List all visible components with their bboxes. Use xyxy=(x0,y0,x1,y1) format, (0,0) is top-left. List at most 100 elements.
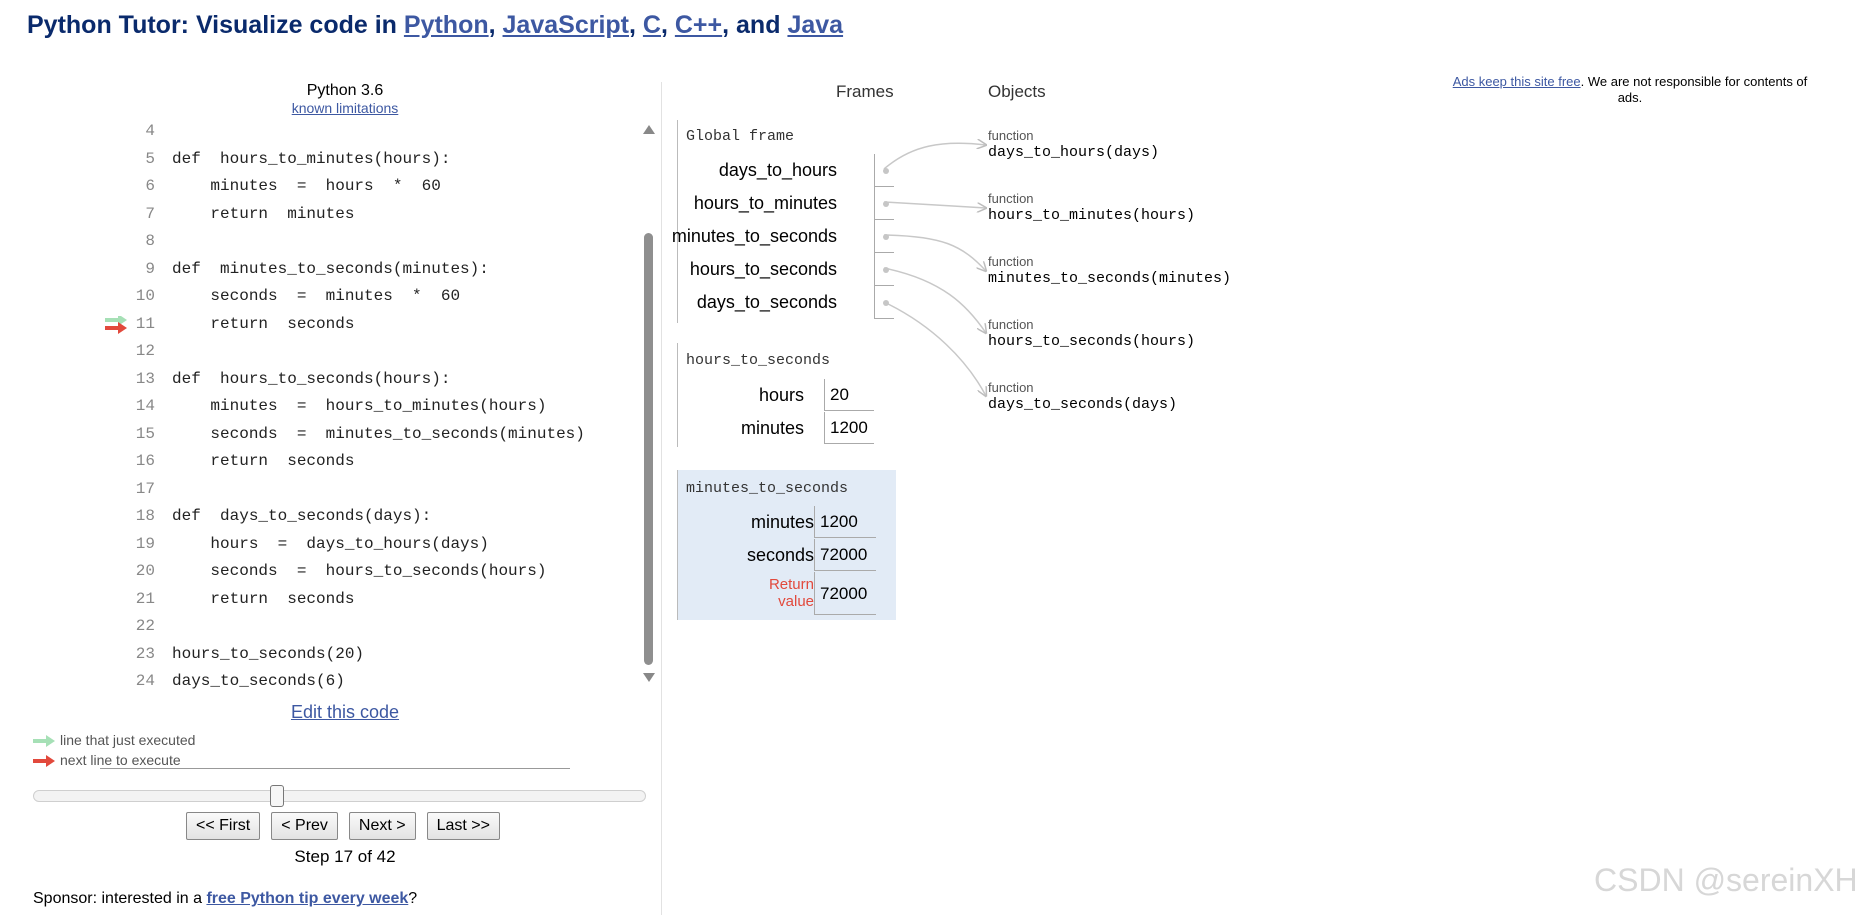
pointer-arrow xyxy=(883,234,986,271)
line-number: 6 xyxy=(145,177,155,195)
step-slider-handle[interactable] xyxy=(270,785,284,807)
code-scrollbar[interactable] xyxy=(642,125,656,685)
lang-link-javascript[interactable]: JavaScript xyxy=(503,11,629,39)
var-value-cell: 1200 xyxy=(814,506,876,538)
ads-text: . We are not responsible for contents of… xyxy=(1580,74,1808,105)
line-number: 14 xyxy=(135,397,155,415)
pointer-arrow xyxy=(883,301,986,396)
var-value: 1200 xyxy=(820,512,858,531)
legend-executed-label: line that just executed xyxy=(60,732,196,748)
var-name: seconds xyxy=(746,545,814,565)
line-number: 15 xyxy=(135,424,155,443)
function-object: function hours_to_minutes(hours) xyxy=(988,191,1195,224)
current-line-arrows-icon xyxy=(105,315,127,334)
title-prefix: Python Tutor: Visualize code in xyxy=(27,11,404,39)
code-text: minutes = hours_to_minutes(hours) xyxy=(172,397,547,415)
sponsor-prefix: Sponsor: interested in a xyxy=(33,890,207,907)
code-line: 6 minutes = hours * 60 xyxy=(100,173,570,200)
var-value-cell: 20 xyxy=(824,379,874,411)
code-line: 10 seconds = minutes * 60 xyxy=(100,283,570,310)
code-line: 14 minutes = hours_to_minutes(hours) xyxy=(100,393,570,420)
legend-next-label: next line to execute xyxy=(60,752,181,768)
pointer-cell xyxy=(874,286,894,319)
code-line: 17 xyxy=(100,476,570,503)
frame-minutes-to-seconds: minutes_to_seconds minutes 1200 seconds … xyxy=(677,470,896,620)
prev-button[interactable]: < Prev xyxy=(271,812,338,840)
code-text: return seconds xyxy=(172,589,355,608)
code-line: 18 def days_to_seconds(days): xyxy=(100,503,570,530)
lang-link-c[interactable]: C xyxy=(643,11,661,39)
code-line: 24 days_to_seconds(6) xyxy=(100,668,570,695)
return-value-label: Return value xyxy=(768,576,814,610)
object-type: function xyxy=(988,128,1034,143)
red-arrow-icon xyxy=(33,755,55,768)
code-line: 7 return minutes xyxy=(100,201,570,228)
frame-title: minutes_to_seconds xyxy=(686,480,849,497)
var-name: days_to_seconds xyxy=(696,292,837,312)
last-button[interactable]: Last >> xyxy=(426,812,500,840)
global-frame: Global frame days_to_hours hours_to_minu… xyxy=(672,120,894,323)
sponsor-note: Sponsor: interested in a free Python tip… xyxy=(33,890,417,908)
next-button[interactable]: Next > xyxy=(348,812,416,840)
code-text: seconds = minutes * 60 xyxy=(172,287,461,305)
var-value-cell: 1200 xyxy=(824,412,874,444)
code-line: 23 hours_to_seconds(20) xyxy=(100,641,570,668)
line-number: 20 xyxy=(135,562,155,580)
function-object: function minutes_to_seconds(minutes) xyxy=(988,254,1231,287)
code-text: return seconds xyxy=(172,452,355,470)
lang-link-python[interactable]: Python xyxy=(404,11,489,39)
pointer-cell xyxy=(874,154,894,187)
function-object: function days_to_hours(days) xyxy=(988,128,1159,161)
code-text: return seconds xyxy=(172,314,355,333)
scroll-up-arrow-icon[interactable] xyxy=(643,125,655,134)
code-line: 16 return seconds xyxy=(100,448,570,475)
object-type: function xyxy=(988,254,1034,269)
frame-title: hours_to_seconds xyxy=(686,352,831,369)
code-line: 13 def hours_to_seconds(hours): xyxy=(100,366,570,393)
frame-hours-to-seconds: hours_to_seconds hours 20 minutes 1200 xyxy=(677,343,874,447)
object-type: function xyxy=(988,191,1034,206)
pointer-arrow xyxy=(883,267,986,333)
var-value: 20 xyxy=(830,385,849,404)
var-name: minutes_to_seconds xyxy=(671,226,837,246)
code-text: seconds = minutes_to_seconds(minutes) xyxy=(172,424,585,443)
code-text: seconds = hours_to_seconds(hours) xyxy=(172,562,547,580)
scroll-down-arrow-icon[interactable] xyxy=(643,673,655,682)
line-number: 22 xyxy=(135,617,155,635)
step-slider[interactable] xyxy=(33,785,646,807)
ads-link[interactable]: Ads keep this site free xyxy=(1453,74,1581,89)
sponsor-link[interactable]: free Python tip every week xyxy=(206,890,408,907)
line-number: 5 xyxy=(145,149,155,168)
code-listing: 4 5 def hours_to_minutes(hours): 6 minutes … xyxy=(100,116,585,769)
code-text: days_to_seconds(6) xyxy=(172,672,345,690)
function-object: function days_to_seconds(days) xyxy=(988,380,1177,413)
code-line: 11 return seconds xyxy=(100,311,570,338)
line-number: 4 xyxy=(145,122,155,140)
code-line: 9 def minutes_to_seconds(minutes): xyxy=(100,256,570,283)
var-name: hours_to_seconds xyxy=(689,259,837,279)
pointer-arrow xyxy=(883,201,986,208)
sponsor-suffix: ? xyxy=(408,890,418,907)
edit-code-link[interactable]: Edit this code xyxy=(240,702,450,723)
var-name: days_to_hours xyxy=(718,160,837,180)
pointer-dot xyxy=(883,300,889,306)
line-number: 18 xyxy=(135,507,155,525)
legend-executed: line that just executed xyxy=(33,730,195,750)
var-value: 1200 xyxy=(830,418,868,437)
pointer-dot xyxy=(883,201,889,207)
line-number: 8 xyxy=(145,232,155,250)
first-button[interactable]: << First xyxy=(186,812,261,840)
known-limitations-link[interactable]: known limitations xyxy=(260,100,430,116)
object-type: function xyxy=(988,380,1034,395)
code-line: 4 xyxy=(100,118,570,145)
code-text: def days_to_seconds(days): xyxy=(172,507,432,525)
code-line: 8 xyxy=(100,228,570,255)
line-number: 10 xyxy=(135,287,155,305)
code-line: 20 seconds = hours_to_seconds(hours) xyxy=(100,558,570,585)
scroll-thumb[interactable] xyxy=(644,233,653,665)
var-name: hours_to_minutes xyxy=(693,193,837,213)
pointer-arrow xyxy=(883,143,986,170)
green-arrow-icon xyxy=(33,735,55,748)
line-number: 13 xyxy=(135,369,155,388)
pointer-cell xyxy=(874,220,894,253)
